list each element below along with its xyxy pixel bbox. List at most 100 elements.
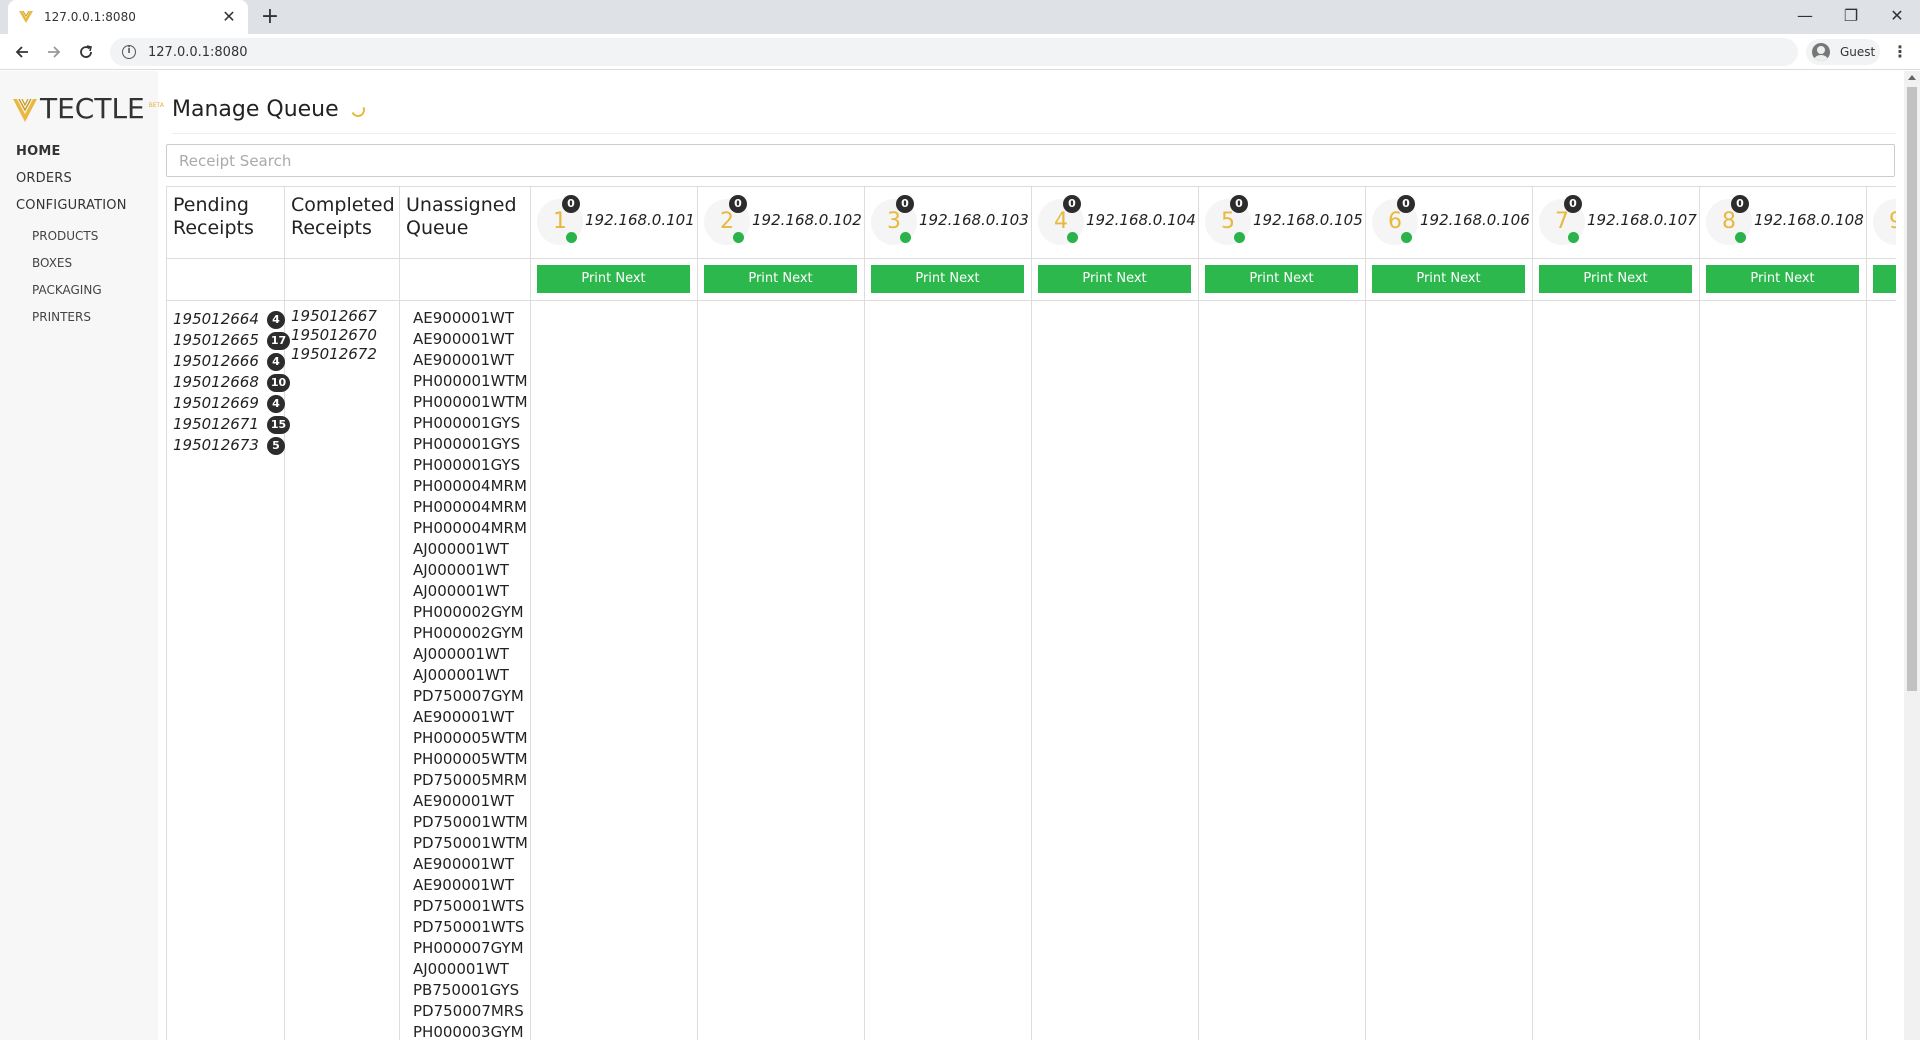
queue-item[interactable]: PH000003GYM [413,1022,528,1040]
pending-receipt-row[interactable]: 195012664 4 [173,309,290,330]
pending-receipt-row[interactable]: 195012666 4 [173,351,290,372]
pending-receipt-row[interactable]: 195012673 5 [173,435,290,456]
completed-receipt-row[interactable]: 195012667 [291,307,377,326]
queue-item[interactable]: AE900001WT [413,350,528,371]
nav-configuration[interactable]: CONFIGURATION [16,198,127,213]
queue-item[interactable]: AE900001WT [413,875,528,896]
print-next-button[interactable]: Print Next [1539,265,1692,293]
nav-home[interactable]: HOME [16,144,61,159]
tab-close-icon[interactable]: ✕ [220,8,238,26]
page-scrollbar[interactable] [1904,71,1920,1040]
completed-receipt-row[interactable]: 195012672 [291,345,377,364]
queue-item[interactable]: PD750001WTM [413,833,528,854]
queue-item[interactable]: PD750007GYM [413,686,528,707]
site-info-icon[interactable]: i [122,45,136,59]
queue-item[interactable]: AJ000001WT [413,959,528,980]
queue-item[interactable]: AE900001WT [413,791,528,812]
unassigned-title: Unassigned Queue [406,194,517,239]
back-arrow-icon [15,46,28,58]
printer-header: 3 0 192.168.0.103 [865,187,1031,259]
printer-number: 9 [1889,209,1896,234]
queue-item[interactable]: AJ000001WT [413,665,528,686]
address-bar[interactable]: i 127.0.0.1:8080 [110,38,1798,66]
nav-packaging[interactable]: PACKAGING [32,283,102,297]
printer-queue-count-badge: 0 [1063,195,1081,213]
pending-header: Pending Receipts [167,187,284,259]
logo-text: TECTLE [40,92,145,125]
app: TECTLE BETA HOME ORDERS CONFIGURATION PR… [0,71,1904,1040]
window-restore-button[interactable]: ❐ [1828,0,1874,30]
queue-item[interactable]: PH000001GYS [413,434,528,455]
pending-receipt-row[interactable]: 195012669 4 [173,393,290,414]
print-next-button[interactable]: Print Next [1205,265,1358,293]
queue-item[interactable]: PH000005WTM [413,749,528,770]
printer-column: 6 0 192.168.0.106 Print Next [1366,187,1533,1040]
profile-label: Guest [1840,45,1876,59]
receipt-search-input[interactable] [166,144,1895,177]
window-close-button[interactable]: ✕ [1874,0,1920,30]
printer-column: 1 0 192.168.0.101 Print Next [531,187,698,1040]
profile-button[interactable]: Guest [1806,39,1880,65]
printer-column: 2 0 192.168.0.102 Print Next [698,187,865,1040]
queue-item[interactable]: AJ000001WT [413,644,528,665]
completed-receipt-row[interactable]: 195012670 [291,326,377,345]
back-button[interactable] [10,40,34,64]
nav-boxes[interactable]: BOXES [32,256,72,270]
reload-button[interactable] [74,40,98,64]
printer-actions: Print Next [1032,259,1198,301]
print-next-button[interactable]: Print Next [1873,265,1896,293]
queue-item[interactable]: AE900001WT [413,329,528,350]
queue-item[interactable]: AE900001WT [413,308,528,329]
print-next-button[interactable]: Print Next [1038,265,1191,293]
scroll-up-icon[interactable] [1908,75,1916,80]
nav-orders[interactable]: ORDERS [16,171,72,186]
print-next-button[interactable]: Print Next [871,265,1024,293]
queue-item[interactable]: PH000001GYS [413,455,528,476]
queue-item[interactable]: AJ000001WT [413,581,528,602]
print-next-button[interactable]: Print Next [1706,265,1859,293]
queue-item[interactable]: PH000004MRM [413,497,528,518]
nav-products[interactable]: PRODUCTS [32,229,98,243]
printer-number: 6 [1388,209,1402,234]
printer-header: 1 0 192.168.0.101 [531,187,697,259]
queue-item[interactable]: PH000002GYM [413,623,528,644]
print-next-button[interactable]: Print Next [704,265,857,293]
queue-item[interactable]: PH000004MRM [413,476,528,497]
printer-column: 9 Print Next [1867,187,1896,1040]
queue-item[interactable]: PH000007GYM [413,938,528,959]
tectle-logo[interactable]: TECTLE BETA [12,95,164,123]
printer-number: 2 [720,209,734,234]
print-next-button[interactable]: Print Next [1372,265,1525,293]
queue-item[interactable]: AE900001WT [413,854,528,875]
forward-button[interactable] [42,40,66,64]
printer-actions: Print Next [1867,259,1896,301]
new-tab-button[interactable]: + [258,5,282,29]
window-minimize-button[interactable]: — [1782,0,1828,30]
pending-receipt-row[interactable]: 195012665 17 [173,330,291,351]
queue-item[interactable]: PD750005MRM [413,770,528,791]
queue-item[interactable]: PB750001GYS [413,980,528,1001]
queue-item[interactable]: PH000005WTM [413,728,528,749]
queue-item[interactable]: PH000001WTM [413,392,528,413]
printer-header: 9 [1867,187,1896,259]
queue-item[interactable]: PD750001WTS [413,896,528,917]
queue-item[interactable]: PD750001WTM [413,812,528,833]
queue-item[interactable]: PH000001WTM [413,371,528,392]
pending-receipt-row[interactable]: 195012671 15 [173,414,291,435]
queue-item[interactable]: PH000001GYS [413,413,528,434]
pending-receipt-row[interactable]: 195012668 10 [173,372,291,393]
scrollbar-thumb[interactable] [1907,87,1917,691]
queue-item[interactable]: AJ000001WT [413,560,528,581]
queue-item[interactable]: AJ000001WT [413,539,528,560]
queue-item[interactable]: PH000002GYM [413,602,528,623]
queue-item[interactable]: AE900001WT [413,707,528,728]
nav-printers[interactable]: PRINTERS [32,310,91,324]
queue-item[interactable]: PD750001WTS [413,917,528,938]
browser-menu-icon[interactable]: ⋮ [1890,42,1910,62]
queue-item[interactable]: PH000004MRM [413,518,528,539]
browser-toolbar: i 127.0.0.1:8080 Guest ⋮ [0,34,1920,70]
browser-tab[interactable]: 127.0.0.1:8080 ✕ [8,0,248,34]
queue-item[interactable]: PD750007MRS [413,1001,528,1022]
print-next-button[interactable]: Print Next [537,265,690,293]
beta-badge: BETA [148,102,164,109]
